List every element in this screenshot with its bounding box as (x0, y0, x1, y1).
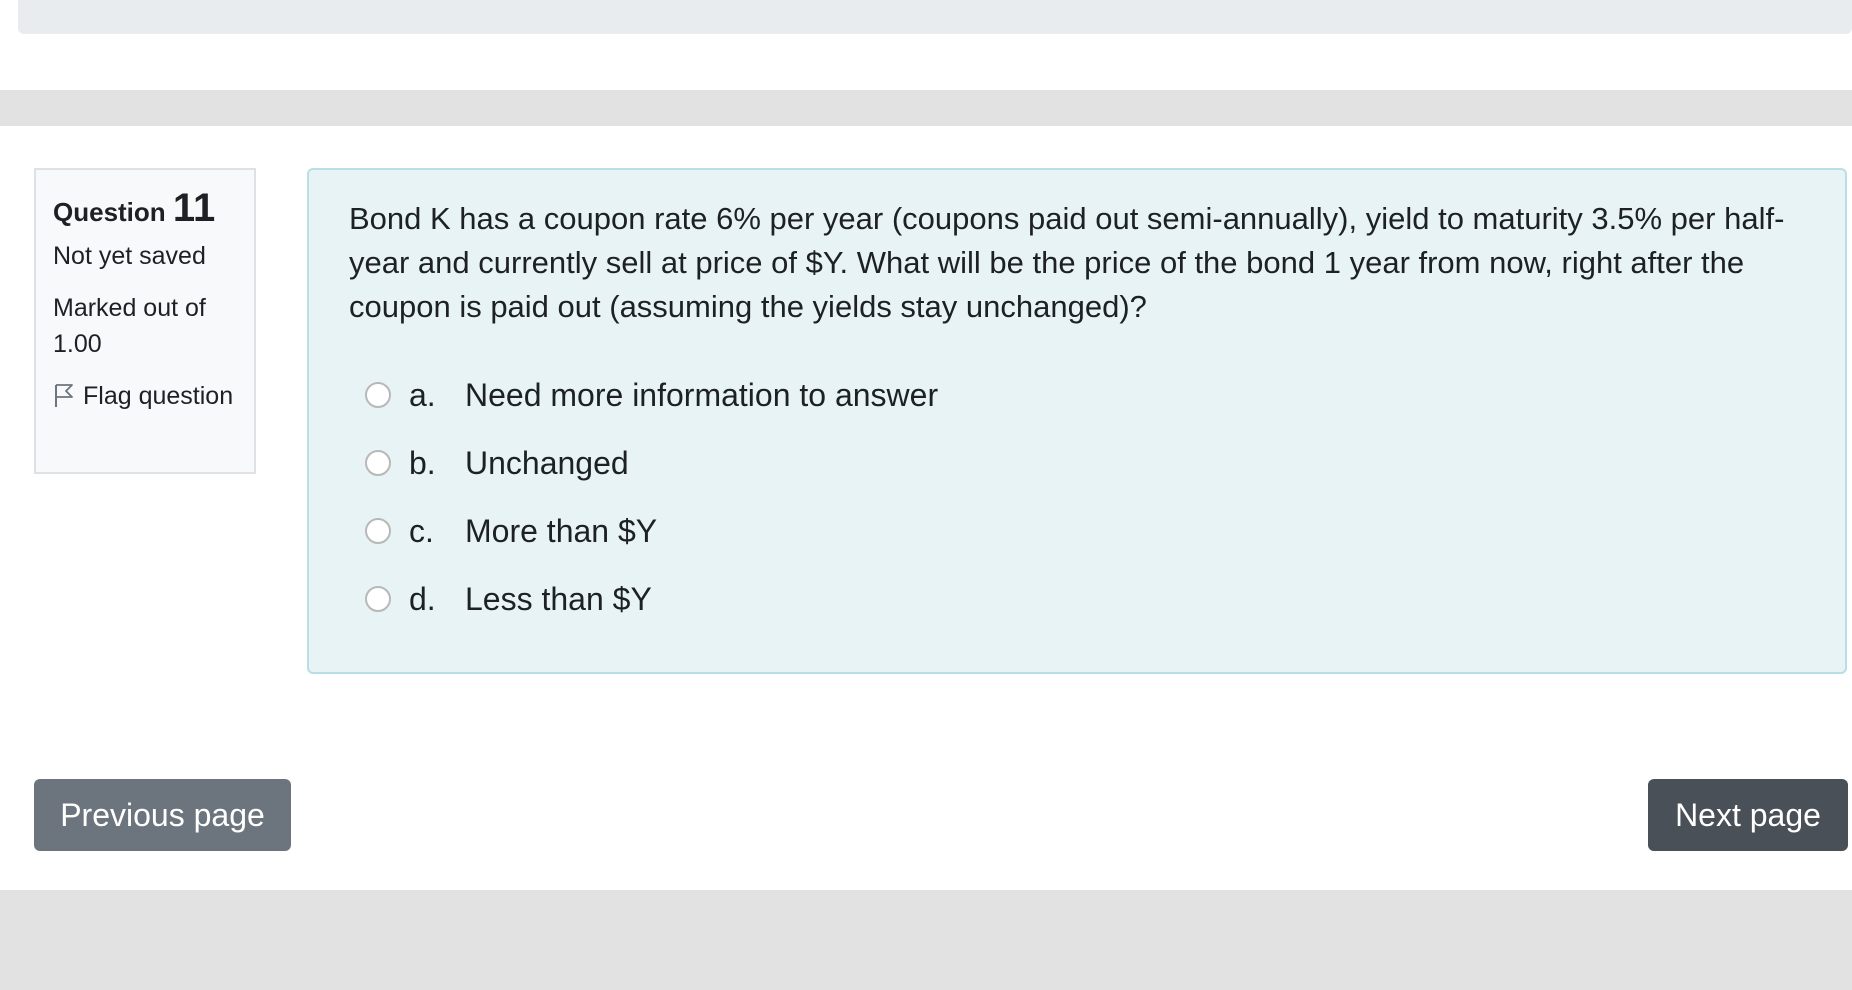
answer-letter: c. (409, 512, 434, 549)
question-label: Question (53, 197, 166, 227)
radio-button[interactable] (365, 450, 391, 476)
quiz-page: Question 11 Not yet saved Marked out of … (0, 0, 1852, 990)
radio-button[interactable] (365, 586, 391, 612)
header-divider-band (0, 90, 1852, 126)
answer-text: Less than $Y (465, 580, 652, 617)
question-info-panel: Question 11 Not yet saved Marked out of … (34, 168, 256, 474)
answer-text: Unchanged (465, 444, 629, 481)
question-content: Bond K has a coupon rate 6% per year (co… (307, 168, 1847, 674)
question-state: Not yet saved (53, 242, 206, 270)
answer-list: a. Need more information to answer b. Un… (349, 361, 1805, 633)
question-number: 11 (172, 186, 216, 230)
answer-option-d[interactable]: d. Less than $Y (349, 565, 1805, 633)
answer-text: More than $Y (465, 512, 658, 549)
answer-letter: a. (409, 376, 436, 413)
footer-band (0, 890, 1852, 990)
previous-page-button[interactable]: Previous page (34, 779, 291, 851)
answer-letter: b. (409, 444, 436, 481)
flag-icon (55, 384, 73, 407)
answer-option-c[interactable]: c. More than $Y (349, 497, 1805, 565)
question-grade: Marked out of 1.00 (53, 294, 206, 358)
radio-button[interactable] (365, 382, 391, 408)
radio-button[interactable] (365, 518, 391, 544)
answer-text: Need more information to answer (465, 376, 939, 413)
flag-question-link[interactable]: Flag question (53, 378, 238, 414)
next-page-button[interactable]: Next page (1648, 779, 1848, 851)
question-text: Bond K has a coupon rate 6% per year (co… (349, 201, 1785, 324)
question-heading: Question 11 (53, 188, 238, 232)
answer-option-b[interactable]: b. Unchanged (349, 429, 1805, 497)
answer-option-a[interactable]: a. Need more information to answer (349, 361, 1805, 429)
breadcrumb (18, 0, 1852, 34)
answer-letter: d. (409, 580, 436, 617)
flag-question-label: Flag question (83, 382, 234, 410)
